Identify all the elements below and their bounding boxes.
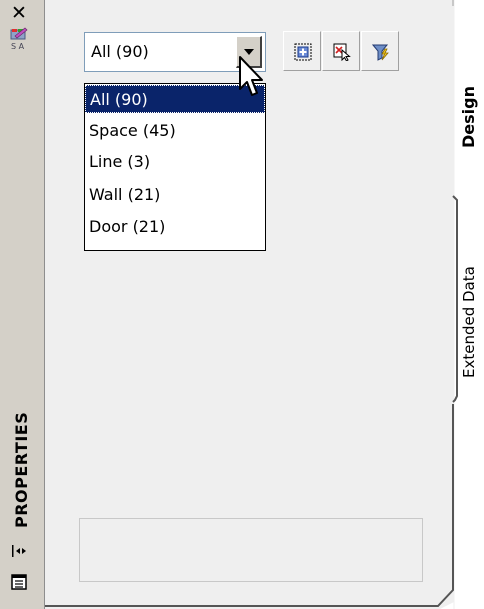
list-item[interactable]: Space (45) (85, 117, 265, 145)
toggle-pickadd-icon (294, 43, 312, 61)
description-box (79, 518, 423, 582)
properties-menu-icon[interactable] (11, 574, 27, 590)
object-filter-value: All (90) (91, 42, 149, 61)
list-item[interactable]: Line (3) (85, 148, 265, 176)
object-filter-list[interactable]: All (90) Space (45) Line (3) Wall (21) D… (84, 83, 266, 251)
toggle-pickadd-button[interactable] (283, 31, 321, 71)
svg-text:S A: S A (11, 42, 25, 51)
select-objects-button[interactable] (322, 31, 360, 71)
palette-title-strip: ✕ S A PROPERTIES (0, 0, 45, 609)
tab-design[interactable]: Design (459, 86, 478, 148)
list-item[interactable]: Wall (21) (85, 181, 265, 209)
mouse-pointer-icon (239, 56, 263, 96)
tab-extended-data[interactable]: Extended Data (460, 266, 478, 378)
select-objects-icon (333, 43, 351, 61)
properties-palette-icon: S A (10, 27, 28, 51)
auto-hide-icon[interactable] (11, 545, 27, 557)
palette-title: PROPERTIES (12, 411, 31, 528)
list-item[interactable]: Door (21) (85, 213, 265, 241)
quick-select-button[interactable] (361, 31, 399, 71)
quick-select-icon (372, 44, 389, 61)
close-icon[interactable]: ✕ (11, 3, 27, 23)
